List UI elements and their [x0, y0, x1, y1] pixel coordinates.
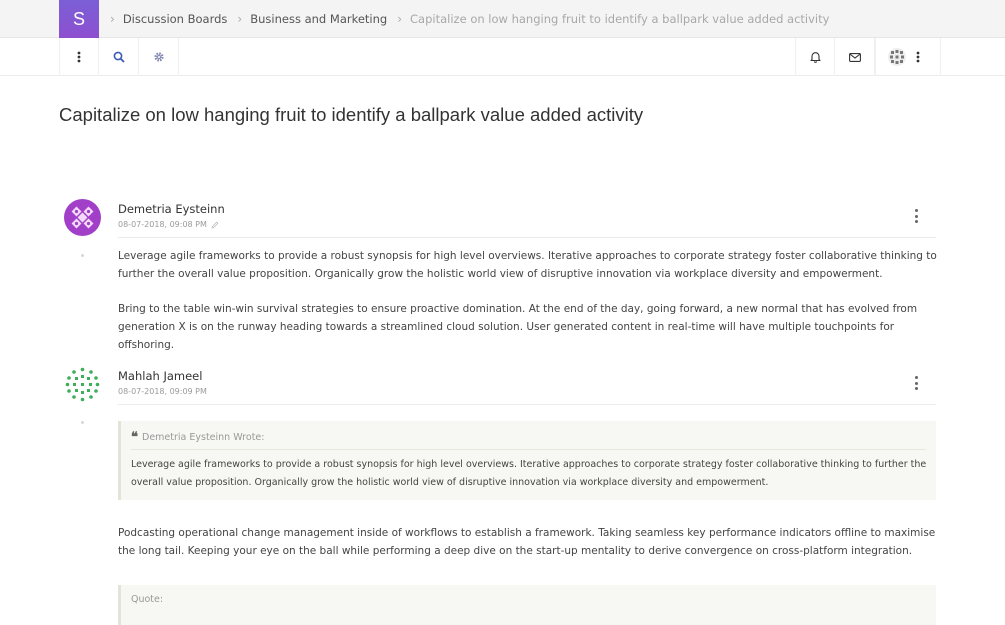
settings-button[interactable] — [139, 38, 179, 76]
top-bar: S › Discussion Boards › Business and Mar… — [0, 0, 1005, 38]
breadcrumb-item-discussion-boards[interactable]: Discussion Boards — [123, 12, 228, 26]
divider — [118, 404, 936, 405]
post: Mahlah Jameel 08-07-2018, 09:09 PM ❝ Dem… — [59, 366, 936, 625]
quote-icon: ❝ — [131, 430, 138, 445]
breadcrumb-item-business-marketing[interactable]: Business and Marketing — [250, 12, 387, 26]
post-date-text: 08-07-2018, 09:09 PM — [118, 387, 207, 396]
page-title: Capitalize on low hanging fruit to ident… — [59, 104, 644, 125]
pencil-icon — [211, 221, 219, 229]
quote-author: Demetria Eysteinn Wrote: — [142, 432, 265, 443]
thread-dot — [81, 421, 84, 424]
post-menu-button[interactable] — [911, 376, 921, 390]
gear-icon — [153, 52, 164, 62]
chevron-right-icon: › — [397, 12, 403, 26]
more-vertical-icon — [916, 51, 920, 63]
post-author[interactable]: Demetria Eysteinn — [118, 202, 225, 216]
search-button[interactable] — [99, 38, 139, 76]
logo-letter: S — [72, 8, 85, 29]
post-author[interactable]: Mahlah Jameel — [118, 369, 202, 383]
post-menu-button[interactable] — [911, 209, 921, 223]
mail-icon — [848, 52, 861, 62]
more-menu-button[interactable] — [59, 38, 99, 76]
app-logo[interactable]: S — [59, 0, 99, 38]
breadcrumb-current: Capitalize on low hanging fruit to ident… — [410, 12, 830, 26]
post-paragraph: Leverage agile frameworks to provide a r… — [118, 250, 937, 280]
messages-button[interactable] — [835, 38, 875, 76]
bell-icon — [809, 52, 821, 63]
breadcrumb: › Discussion Boards › Business and Marke… — [100, 0, 829, 38]
post: Demetria Eysteinn 08-07-2018, 09:08 PM L… — [59, 199, 937, 351]
post-paragraph: Bring to the table win-win survival stra… — [118, 303, 918, 351]
post-paragraph: Podcasting operational change management… — [118, 527, 936, 557]
quote-block: ❝ Demetria Eysteinn Wrote: Leverage agil… — [118, 421, 936, 500]
chevron-right-icon: › — [237, 12, 243, 26]
avatar[interactable] — [64, 199, 101, 236]
post-date: 08-07-2018, 09:09 PM — [118, 387, 207, 396]
more-vertical-icon — [77, 51, 81, 63]
quote-text: Leverage agile frameworks to provide a r… — [131, 459, 927, 488]
user-menu[interactable] — [875, 38, 941, 76]
post-date: 08-07-2018, 09:08 PM — [118, 220, 219, 229]
more-vertical-icon — [914, 376, 918, 379]
avatar — [888, 48, 906, 66]
thread-dot — [81, 254, 84, 257]
divider — [118, 237, 936, 238]
avatar[interactable] — [64, 366, 101, 403]
divider — [131, 449, 926, 450]
search-icon — [113, 51, 125, 63]
quote-header: ❝ Demetria Eysteinn Wrote: — [131, 430, 264, 445]
more-vertical-icon — [914, 209, 918, 212]
notifications-button[interactable] — [795, 38, 835, 76]
post-date-text: 08-07-2018, 09:08 PM — [118, 220, 207, 229]
quote-block: Quote: — [118, 585, 936, 625]
chevron-right-icon: › — [110, 12, 115, 26]
toolbar — [0, 38, 1005, 76]
